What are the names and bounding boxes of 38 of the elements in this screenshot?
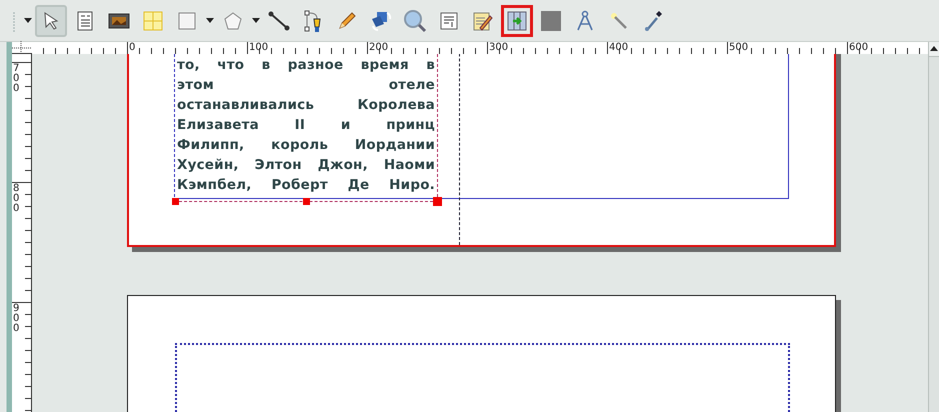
notepad-pencil-icon <box>472 10 494 32</box>
scroll-up-button[interactable] <box>929 42 939 57</box>
image-frame-icon <box>108 12 130 28</box>
ruler-label: 700 <box>13 64 20 94</box>
text-frame-icon <box>77 10 93 30</box>
rectangle-icon <box>178 12 196 30</box>
resize-handle[interactable] <box>172 198 179 205</box>
ruler-label: 400 <box>609 42 628 53</box>
link-frames-tool-button[interactable] <box>501 4 533 36</box>
table-icon <box>143 10 163 30</box>
ruler-label: 500 <box>729 42 748 53</box>
up-arrow-icon <box>930 46 938 52</box>
rotate-shapes-icon <box>369 10 393 32</box>
pen-nib-icon <box>303 8 323 32</box>
ruler-label: 0 <box>129 42 136 53</box>
ruler-label: 800 <box>13 184 20 214</box>
ruler-label: 200 <box>369 42 388 53</box>
resize-handle[interactable] <box>433 197 442 206</box>
grip-icon[interactable] <box>12 10 16 32</box>
select-tool-button[interactable] <box>35 4 67 36</box>
pencil-icon <box>337 10 357 30</box>
vertical-scrollbar[interactable] <box>928 42 939 412</box>
ruler-label: 300 <box>489 42 508 53</box>
magic-wand-icon <box>609 10 629 30</box>
zoom-icon <box>403 8 427 32</box>
line-icon <box>268 10 290 30</box>
eyedropper-icon <box>643 10 663 32</box>
link-frames-icon <box>507 10 527 30</box>
ruler-label: 100 <box>249 42 268 53</box>
square-icon <box>540 10 562 32</box>
resize-handle[interactable] <box>303 198 310 205</box>
ruler-label: 600 <box>849 42 868 53</box>
ruler-origin-icon[interactable] <box>12 42 32 54</box>
ruler-label: 900 <box>13 304 20 334</box>
compass-icon <box>575 10 595 32</box>
edit-text-icon <box>440 12 458 30</box>
pointer-arrow-icon <box>42 10 60 30</box>
pentagon-icon <box>223 12 243 30</box>
